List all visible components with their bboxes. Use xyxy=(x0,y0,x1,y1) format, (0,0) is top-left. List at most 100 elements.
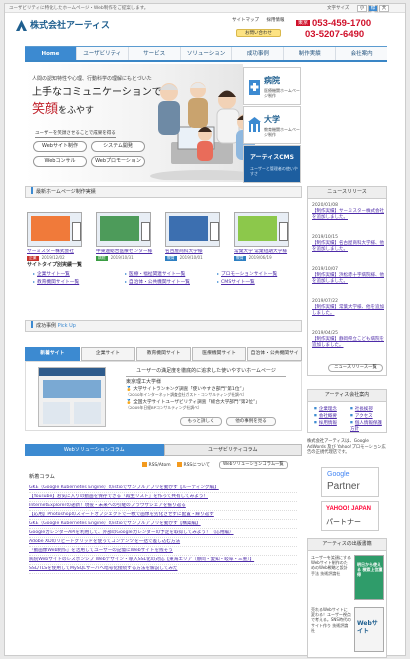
system-dev-button[interactable]: システム開発 xyxy=(91,141,145,152)
partner-text: 株式会社アーティスは、Google AdWords 及び Yahoo!プロモーシ… xyxy=(307,439,386,456)
column-link[interactable]: Adobe XDのリピートグリッドを使ってコンテンツを一括で差し込む方法 xyxy=(29,539,297,547)
company-logo[interactable]: 株式会社アーティス xyxy=(30,21,110,32)
column-link[interactable]: GKE（Google Kubernetes Engine）のistioでサンプル… xyxy=(29,521,297,529)
rss-atom-link[interactable]: RSS/Atom xyxy=(142,462,171,469)
column-link[interactable]: 「動画像Web制作」を活用してユーザーの記憶にWebサイトを残そう xyxy=(29,548,297,556)
nav-home[interactable]: Home xyxy=(25,47,77,60)
site-type-heading: サイトタイプ別実績一覧 xyxy=(27,262,83,268)
kind-link-public[interactable]: 自治体・公共機関サイト一覧 xyxy=(125,279,190,286)
other-cases-button[interactable]: 他の事例を見る xyxy=(226,417,276,426)
work-thumbnail[interactable] xyxy=(234,212,289,247)
recruit-link[interactable]: 採用情報 xyxy=(266,18,284,23)
sitemap-link[interactable]: サイトマップ xyxy=(232,18,259,23)
tel-number-1: 053-459-1700 xyxy=(312,18,372,29)
book-description[interactable]: 売れるWebサイトに変わる！ユーザー視点で考える。SNS時代のサイト作り 技術評… xyxy=(311,607,351,633)
news-item[interactable]: 2020/01/08 【制作実績】サーミスター株式会社を追加しました。 xyxy=(312,203,386,221)
book-cover[interactable]: Webサイト xyxy=(354,607,384,652)
logo-icon[interactable] xyxy=(16,20,27,32)
google-partner-badge[interactable]: Google Partner xyxy=(321,467,379,497)
case-award: 🏅 全国大学サイトユーザビリティ調査「総合大学部門”第2位”」 （2009年日経B… xyxy=(126,400,260,410)
tab-new-sites[interactable]: 新着サイト xyxy=(25,347,80,361)
news-text[interactable]: 【制作実績】浜松赤十字病院様、他を追加しました。 xyxy=(312,273,386,285)
column-link[interactable]: GKE（Google Kubernetes Engine）のistioでサンプル… xyxy=(29,485,297,493)
work-item[interactable]: サーミスター株式会社 企業 2019/12/02 xyxy=(27,212,90,261)
university-banner[interactable]: 大学 教育機関ホームページ制作 xyxy=(243,106,301,144)
cases-pickup: Pick Up xyxy=(57,323,76,329)
news-item[interactable]: 2019/10/15 【制作実績】名古屋商科大学様、他を追加しました。 xyxy=(312,235,386,253)
book-description[interactable]: ユーザーを笑顔にするWebサイト制作のためのWeb戦略と設計手法 技術評論社 xyxy=(311,555,351,576)
tagline: ユーザビリティに特化したホームページ・Web制作をご提案します。 xyxy=(9,6,149,11)
kind-link-corporate[interactable]: 企業サイト一覧 xyxy=(33,271,70,278)
rss-about-link[interactable]: RSSについて xyxy=(177,462,210,469)
nav-service[interactable]: サービス xyxy=(129,47,181,60)
message-link[interactable]: 社長挨拶 xyxy=(350,407,373,413)
rss-about-label: RSSについて xyxy=(183,463,211,468)
news-text[interactable]: 【制作実績】静岡県立こども病院を追加しました。 xyxy=(312,337,386,349)
more-details-button[interactable]: もっと詳しく xyxy=(180,417,222,426)
column-link[interactable]: InternetExplorerの递新！現役・未来への引継のブラウザシェアを振り… xyxy=(29,503,297,511)
column-link[interactable]: SSL/TLSを使用してMySQLサーバへ暗号化接続する方法を解説してみた xyxy=(29,566,297,574)
tab-usability-column[interactable]: ユーザビリティコラム xyxy=(163,444,302,456)
web-promotion-button[interactable]: Webプロモーション xyxy=(91,156,145,167)
cases-title: 成功事例 xyxy=(36,323,57,329)
case-thumbnail[interactable] xyxy=(38,367,106,427)
google-logo: Google xyxy=(327,471,350,478)
work-thumbnail[interactable] xyxy=(27,212,82,247)
frame: ユーザビリティに特化したホームページ・Web制作をご提案します。 文字サイズ 小… xyxy=(4,3,406,658)
font-size-large-button[interactable]: 大 xyxy=(379,5,389,12)
news-text[interactable]: 【制作実績】常葉大学様、他を追加しました。 xyxy=(312,305,386,317)
font-size-label: 文字サイズ xyxy=(327,6,350,11)
column-link[interactable]: GoogleカレンダーAPIを利用して、外部のGoogleカレンダーの予定を取得… xyxy=(29,530,297,538)
column-link[interactable]: 病院Webサイトのレスポンシブ Webデザイン・導入SSL化の対応【東海エリア（… xyxy=(29,557,297,565)
work-item[interactable]: 常葉大学 常葉短期大学様 教育 2019/06/19 xyxy=(234,212,297,261)
web-production-button[interactable]: Webサイト制作 xyxy=(33,141,87,152)
university-banner-sub: 教育機関ホームページ制作 xyxy=(264,127,300,137)
philosophy-link[interactable]: 企業理念 xyxy=(314,407,337,413)
column-link[interactable]: 【YouTube】お気に入りの動画を保存できる「再生リスト」を作って共有してみよ… xyxy=(29,494,297,502)
column-list-button[interactable]: Webソリューションコラム一覧 xyxy=(219,461,288,469)
works-section: 最新ホームページ制作実績 サーミスター株式会社 企業 2019/12/02 中東遠… xyxy=(25,186,302,332)
nav-solution[interactable]: ソリューション xyxy=(181,47,233,60)
work-thumbnail[interactable] xyxy=(165,212,220,247)
access-link[interactable]: アクセス xyxy=(350,414,373,420)
column-link[interactable]: 【応用】Photoshopのスマートオブジェクトで一枚で画像を劣化させずに配置・… xyxy=(29,512,297,520)
university-icon xyxy=(248,117,261,132)
yahoo-partner-badge[interactable]: YAHOO! JAPAN パートナー xyxy=(321,501,379,531)
tab-public[interactable]: 自治体・公共機関サイト xyxy=(247,347,302,368)
outline-link[interactable]: 会社概要 xyxy=(314,414,337,420)
kind-link-education[interactable]: 教育機関サイト一覧 xyxy=(33,279,79,286)
privacy-link[interactable]: 個人情報保護方針 xyxy=(350,421,386,432)
news-item[interactable]: 2019/04/25 【制作実績】静岡県立こども病院を追加しました。 xyxy=(312,331,386,349)
cases-section-header: 成功事例 Pick Up xyxy=(25,320,302,332)
nav-usability[interactable]: ユーザビリティ xyxy=(77,47,129,60)
tab-corporate[interactable]: 企業サイト xyxy=(80,347,136,361)
news-item[interactable]: 2019/07/22 【制作実績】常葉大学様、他を追加しました。 xyxy=(312,299,386,317)
work-item[interactable]: 中東遠総合医療センター様 病院 2019/10/31 xyxy=(96,212,159,261)
news-item[interactable]: 2019/10/07 【制作実績】浜松赤十字病院様、他を追加しました。 xyxy=(312,267,386,285)
nav-cases[interactable]: 成功事例 xyxy=(232,47,285,60)
tab-education[interactable]: 教育機関サイト xyxy=(136,347,191,361)
hero-title: 上手なコミュニケーションで xyxy=(32,87,162,98)
recruit-info-link[interactable]: 採用情報 xyxy=(314,421,337,427)
web-consult-button[interactable]: Webコンサル xyxy=(33,156,87,167)
font-size-normal-button[interactable]: 標準 xyxy=(368,5,378,17)
work-item[interactable]: 名古屋商科大学様 教育 2019/10/01 xyxy=(165,212,228,261)
tab-medical[interactable]: 医療機関サイト xyxy=(191,347,247,361)
kind-link-cms[interactable]: CMSサイト一覧 xyxy=(217,279,255,286)
hospital-banner-sub: 医療機関ホームページ制作 xyxy=(264,88,300,98)
nav-company[interactable]: 会社案内 xyxy=(336,47,387,60)
news-text[interactable]: 【制作実績】サーミスター株式会社を追加しました。 xyxy=(312,209,386,221)
contact-button[interactable]: お問い合わせ xyxy=(236,29,281,37)
global-nav: Home ユーザビリティ サービス ソリューション 成功事例 制作実績 会社案内 xyxy=(25,46,387,62)
font-size-small-button[interactable]: 小 xyxy=(357,5,367,12)
cms-banner[interactable]: アーティスCMS ユーザーと管理者の使いやすさ xyxy=(243,145,301,183)
work-thumbnail[interactable] xyxy=(96,212,151,247)
nav-works[interactable]: 制作実績 xyxy=(284,47,337,60)
book-cover[interactable]: 明日から使える 検索上位獲得 xyxy=(354,555,384,600)
kind-link-promotion[interactable]: プロモーションサイト一覧 xyxy=(217,271,277,278)
hospital-banner[interactable]: 病院 医療機関ホームページ制作 xyxy=(243,67,301,105)
news-list-button[interactable]: ニュースリリース一覧 xyxy=(328,364,383,372)
kind-link-medical[interactable]: 医療・福祉関連サイト一覧 xyxy=(125,271,185,278)
tab-web-solution-column[interactable]: Webソリューションコラム xyxy=(25,444,164,456)
news-text[interactable]: 【制作実績】名古屋商科大学様、他を追加しました。 xyxy=(312,241,386,253)
